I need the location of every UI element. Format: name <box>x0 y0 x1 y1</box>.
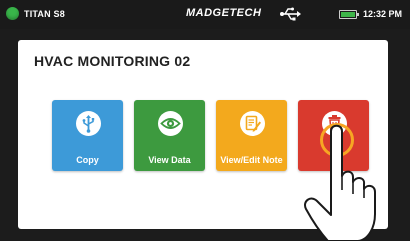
view-data-button[interactable]: View Data <box>134 100 205 171</box>
note-icon <box>240 111 265 136</box>
device-screen: TITAN S8 MADGETECH 12:32 PM HVAC MONITOR… <box>0 0 410 242</box>
clock: 12:32 PM <box>363 9 403 19</box>
brand-logo: MADGETECH <box>186 7 262 19</box>
device-name: TITAN S8 <box>24 9 65 19</box>
usb-icon <box>76 111 101 136</box>
copy-label: Copy <box>76 155 99 165</box>
hand-pointer-icon <box>298 118 384 246</box>
view-edit-note-label: View/Edit Note <box>220 155 283 165</box>
eye-icon <box>158 111 183 136</box>
battery-icon <box>339 10 359 19</box>
view-edit-note-button[interactable]: View/Edit Note <box>216 100 287 171</box>
view-data-label: View Data <box>148 155 191 165</box>
status-bar: TITAN S8 MADGETECH 12:32 PM <box>0 0 410 29</box>
status-indicator-icon <box>6 7 19 20</box>
copy-button[interactable]: Copy <box>52 100 123 171</box>
page-title: HVAC MONITORING 02 <box>34 53 191 69</box>
usb-icon <box>279 7 301 26</box>
